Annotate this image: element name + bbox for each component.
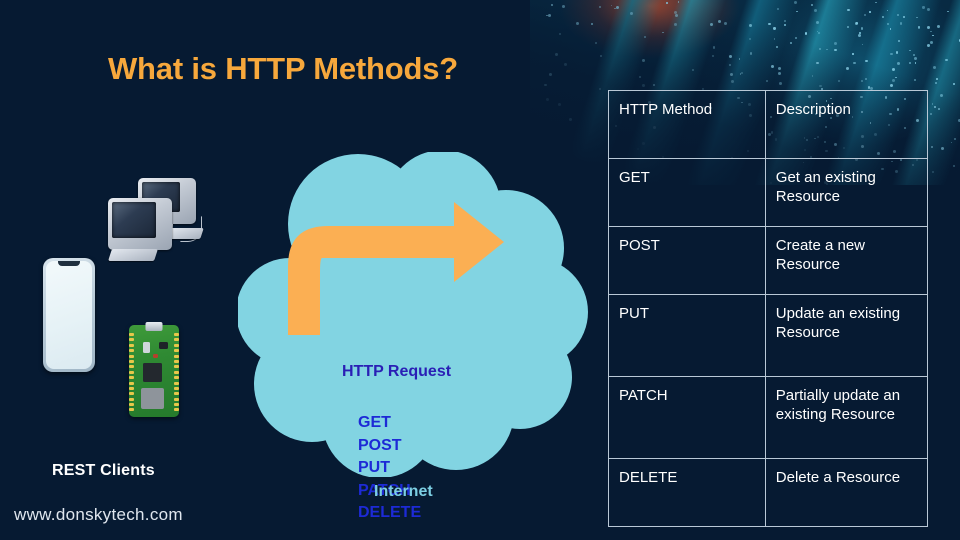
table-row: DELETE Delete a Resource <box>608 458 929 527</box>
table-cell-method: PUT <box>608 294 766 377</box>
http-method-item: DELETE <box>358 504 422 521</box>
table-cell-method: POST <box>608 226 766 295</box>
table-header-row: HTTP Method Description <box>608 90 929 159</box>
table-row: POST Create a new Resource <box>608 226 929 295</box>
table-row: PUT Update an existing Resource <box>608 294 929 377</box>
keyboard-front-icon <box>108 249 158 261</box>
board-flash-chip <box>141 388 164 409</box>
table-row: GET Get an existing Resource <box>608 158 929 227</box>
table-header-cell: Description <box>764 90 929 159</box>
http-methods-table: HTTP Method Description GET Get an existing… <box>608 90 929 527</box>
table-cell-description: Delete a Resource <box>764 458 929 527</box>
table-header-cell: HTTP Method <box>608 90 766 159</box>
table-cell-description: Update an existing Resource <box>764 294 929 377</box>
microcontroller-board-icon <box>129 322 179 417</box>
http-method-item: GET <box>358 414 391 431</box>
http-request-arrow-icon <box>288 202 504 335</box>
http-method-item: POST <box>358 436 402 454</box>
desktop-computers-icon <box>108 178 206 262</box>
board-led <box>153 354 158 358</box>
table-cell-method: PATCH <box>608 376 766 459</box>
phone-notch <box>58 261 80 266</box>
table-cell-description: Create a new Resource <box>764 226 929 295</box>
board-component <box>159 342 168 349</box>
table-cell-method: DELETE <box>608 458 766 527</box>
table-cell-description: Partially update an existing Resource <box>764 376 929 459</box>
usb-connector <box>145 322 163 331</box>
http-request-label: HTTP Request <box>342 363 452 380</box>
rest-clients-group: REST Clients <box>0 0 240 479</box>
table-cell-description: Get an existing Resource <box>764 158 929 227</box>
http-method-item: PUT <box>358 459 390 476</box>
internet-cloud: HTTP Request GET POST PUT PATCH DELETE <box>238 152 590 521</box>
website-url: www.donskytech.com <box>14 505 183 524</box>
board-pads-right <box>174 333 179 412</box>
board-pads-left <box>129 333 134 412</box>
slide-canvas: What is HTTP Methods? REST Clients www.d… <box>0 0 960 540</box>
rest-clients-label: REST Clients <box>52 462 155 479</box>
board-mcu-chip <box>143 363 162 382</box>
internet-label: Internet <box>374 483 433 500</box>
table-cell-method: GET <box>608 158 766 227</box>
smartphone-icon <box>43 258 95 372</box>
table-row: PATCH Partially update an existing Resour… <box>608 376 929 459</box>
board-component <box>143 342 150 353</box>
http-methods-list: GET POST PUT PATCH DELETE <box>358 412 421 525</box>
